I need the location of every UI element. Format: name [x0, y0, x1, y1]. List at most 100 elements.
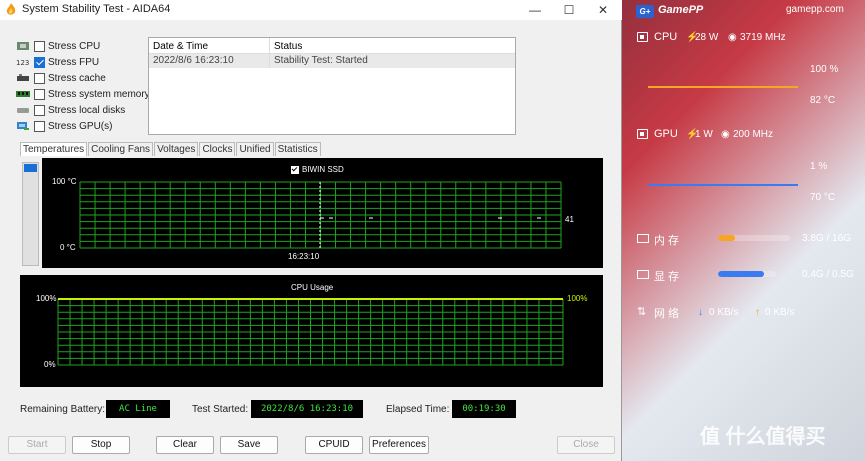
temperature-chart: 100 °C 0 °C BIWIN SSD 16:23:10 41: [42, 158, 603, 268]
stress-disks-checkbox[interactable]: [34, 104, 45, 116]
gp-network-down: 0 KB/s: [709, 307, 739, 318]
preferences-button[interactable]: Preferences: [369, 436, 429, 454]
cpu-usage-chart: CPU Usage 100% 0% 100%: [20, 275, 603, 387]
tab-unified[interactable]: Unified: [236, 142, 274, 156]
stress-disks-option[interactable]: Stress local disks: [16, 103, 125, 117]
scrollbar-thumb[interactable]: [24, 164, 37, 172]
clock-icon: ◉: [721, 129, 730, 140]
stress-gpu-label: Stress GPU(s): [48, 120, 113, 132]
memory-bar-fill: [718, 235, 736, 241]
stress-cache-label: Stress cache: [48, 72, 106, 84]
cache-icon: [17, 74, 29, 81]
minimize-button[interactable]: —: [518, 0, 552, 20]
stress-cache-option[interactable]: Stress cache: [16, 71, 106, 85]
table-row[interactable]: 2022/8/6 16:23:10 Stability Test: Starte…: [149, 54, 515, 68]
temp-legend[interactable]: BIWIN SSD: [291, 165, 344, 174]
cpu-chip-icon: [17, 42, 29, 50]
vram-icon: [637, 270, 649, 279]
gp-cpu-usage: 100 %: [810, 64, 839, 75]
stress-cpu-option[interactable]: Stress CPU: [16, 39, 100, 53]
window-title: System Stability Test - AIDA64: [22, 3, 171, 15]
close-window-button[interactable]: ✕: [586, 0, 620, 20]
legend-label: BIWIN SSD: [302, 165, 344, 174]
temperature-grid: [79, 181, 562, 249]
gpu-chip-icon: [637, 129, 648, 139]
tab-clocks[interactable]: Clocks: [199, 142, 236, 156]
cpu-usage-line: [648, 86, 798, 88]
gp-cpu-clock: 3719 MHz: [740, 32, 786, 43]
elapsed-time-label: Elapsed Time:: [386, 404, 450, 415]
stress-cpu-checkbox[interactable]: [34, 40, 45, 52]
test-started-label: Test Started:: [192, 404, 249, 415]
battery-value: AC Line: [106, 400, 170, 418]
gamepp-logo-icon: G+: [636, 5, 654, 18]
temp-y-bottom-label: 0 °C: [60, 243, 76, 252]
usage-y-bottom-label: 0%: [44, 360, 56, 369]
gp-network-up: 0 KB/s: [765, 307, 795, 318]
battery-label: Remaining Battery:: [20, 404, 106, 415]
gp-cpu-power: 28 W: [695, 32, 719, 43]
temp-time-label: 16:23:10: [288, 252, 320, 261]
log-header-row: Date & Time Status: [149, 38, 515, 54]
column-status[interactable]: Status: [270, 38, 306, 53]
vram-bar-fill: [718, 271, 765, 277]
column-date-time[interactable]: Date & Time: [149, 38, 270, 53]
memory-icon: [637, 234, 649, 243]
gpu-usage-line: [648, 184, 798, 186]
usage-current-value: 100%: [567, 294, 588, 303]
start-button[interactable]: Start: [8, 436, 66, 454]
clear-button[interactable]: Clear: [156, 436, 214, 454]
gp-gpu-power: 1 W: [695, 129, 713, 140]
gamepp-header: G+ GamePP gamepp.com: [630, 0, 865, 22]
gamepp-url: gamepp.com: [786, 4, 844, 15]
gpu-icon: [17, 122, 29, 130]
gp-vram-value: 0.4G / 0.5G: [802, 269, 854, 280]
stress-fpu-label: Stress FPU: [48, 56, 100, 68]
temp-y-top-label: 100 °C: [52, 177, 77, 186]
tab-voltages[interactable]: Voltages: [154, 142, 199, 156]
smzdm-watermark: 值 什么值得买: [700, 426, 826, 448]
stress-gpu-checkbox[interactable]: [34, 120, 45, 132]
vram-bar: [718, 271, 776, 277]
save-button[interactable]: Save: [220, 436, 278, 454]
temp-current-value: 41: [565, 215, 574, 224]
tab-temperatures[interactable]: Temperatures: [20, 142, 88, 156]
gp-gpu-temp: 70 °C: [810, 192, 836, 203]
stress-fpu-option[interactable]: 123 Stress FPU: [16, 55, 99, 69]
stress-memory-checkbox[interactable]: [34, 88, 45, 100]
stress-gpu-option[interactable]: Stress GPU(s): [16, 119, 112, 133]
gp-cpu-label: CPU: [654, 31, 678, 43]
usage-chart-title: CPU Usage: [291, 283, 334, 292]
usage-y-top-label: 100%: [36, 294, 57, 303]
sensor-scrollbar[interactable]: [22, 162, 39, 266]
stress-fpu-checkbox[interactable]: [34, 56, 45, 68]
legend-checkbox[interactable]: [291, 165, 299, 174]
gp-gpu-clock: 200 MHz: [733, 129, 774, 140]
disk-icon: [17, 108, 29, 113]
log-cell-date: 2022/8/6 16:23:10: [149, 54, 270, 68]
stress-memory-label: Stress system memory: [48, 88, 150, 100]
title-bar[interactable]: System Stability Test - AIDA64 — ☐ ✕: [0, 0, 622, 20]
gp-memory-label: 内 存: [654, 235, 680, 247]
cpuid-button[interactable]: CPUID: [305, 436, 363, 454]
stop-button[interactable]: Stop: [72, 436, 130, 454]
tab-statistics[interactable]: Statistics: [274, 142, 321, 156]
clock-icon: ◉: [728, 32, 737, 43]
elapsed-time-value: 00:19:30: [452, 400, 516, 418]
event-log-table[interactable]: Date & Time Status 2022/8/6 16:23:10 Sta…: [148, 37, 516, 135]
tab-cooling-fans[interactable]: Cooling Fans: [88, 142, 154, 156]
stress-disks-label: Stress local disks: [48, 104, 126, 116]
download-icon: ↓: [698, 307, 703, 318]
fpu-icon: 123: [16, 59, 29, 67]
maximize-button[interactable]: ☐: [552, 0, 586, 20]
close-button[interactable]: Close: [557, 436, 615, 454]
stress-memory-option[interactable]: Stress system memory: [16, 87, 150, 101]
gp-gpu-usage: 1 %: [810, 161, 828, 172]
network-icon: ⇅: [637, 306, 647, 318]
memory-module-icon: [16, 91, 30, 97]
stress-cache-checkbox[interactable]: [34, 72, 45, 84]
graph-tabs: Temperatures Cooling Fans Voltages Clock…: [20, 142, 322, 156]
upload-icon: ↑: [755, 307, 760, 318]
stress-cpu-label: Stress CPU: [48, 40, 101, 52]
flame-app-icon: [6, 3, 16, 15]
